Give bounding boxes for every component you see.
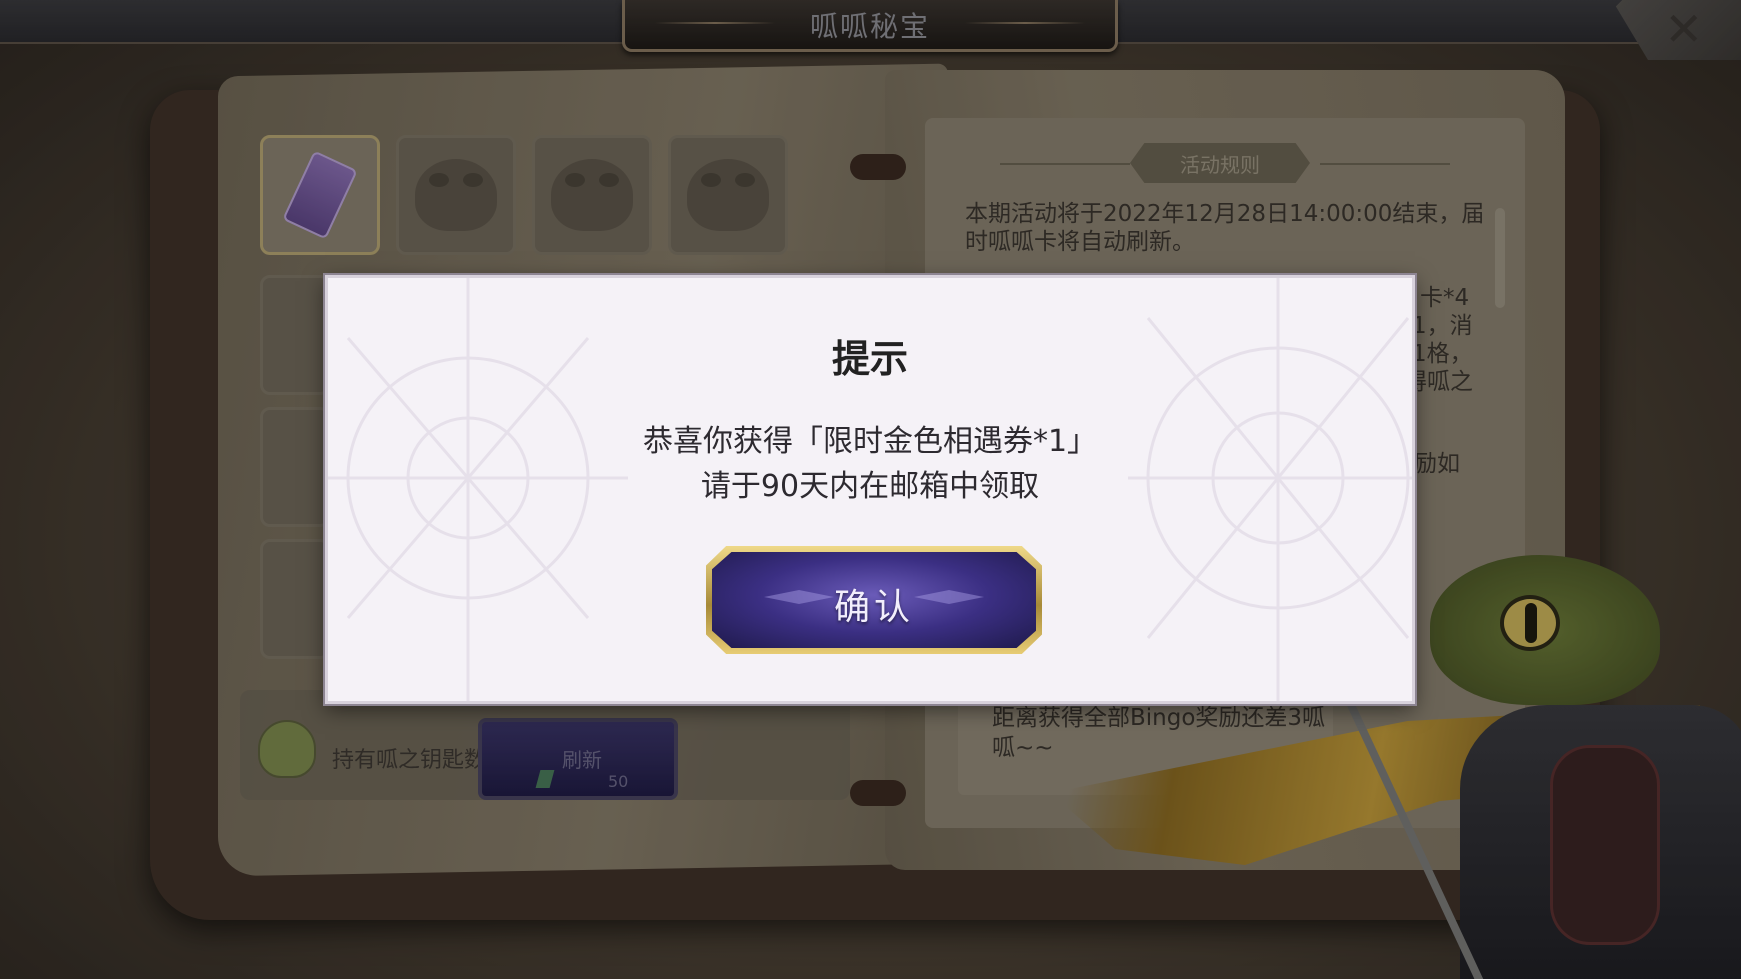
confirm-label: 确认 bbox=[833, 587, 914, 628]
dialog-message-reward: 恭喜你获得「限时金色相遇券*1」 bbox=[642, 424, 1098, 459]
dialog-message-mailbox: 请于90天内在邮箱中领取 bbox=[700, 469, 1040, 504]
confirm-button[interactable]: 确认 bbox=[706, 546, 1042, 654]
dialog-title: 提示 bbox=[831, 337, 908, 381]
notice-dialog: 提示 恭喜你获得「限时金色相遇券*1」 请于90天内在邮箱中领取 确认 bbox=[325, 275, 1415, 704]
